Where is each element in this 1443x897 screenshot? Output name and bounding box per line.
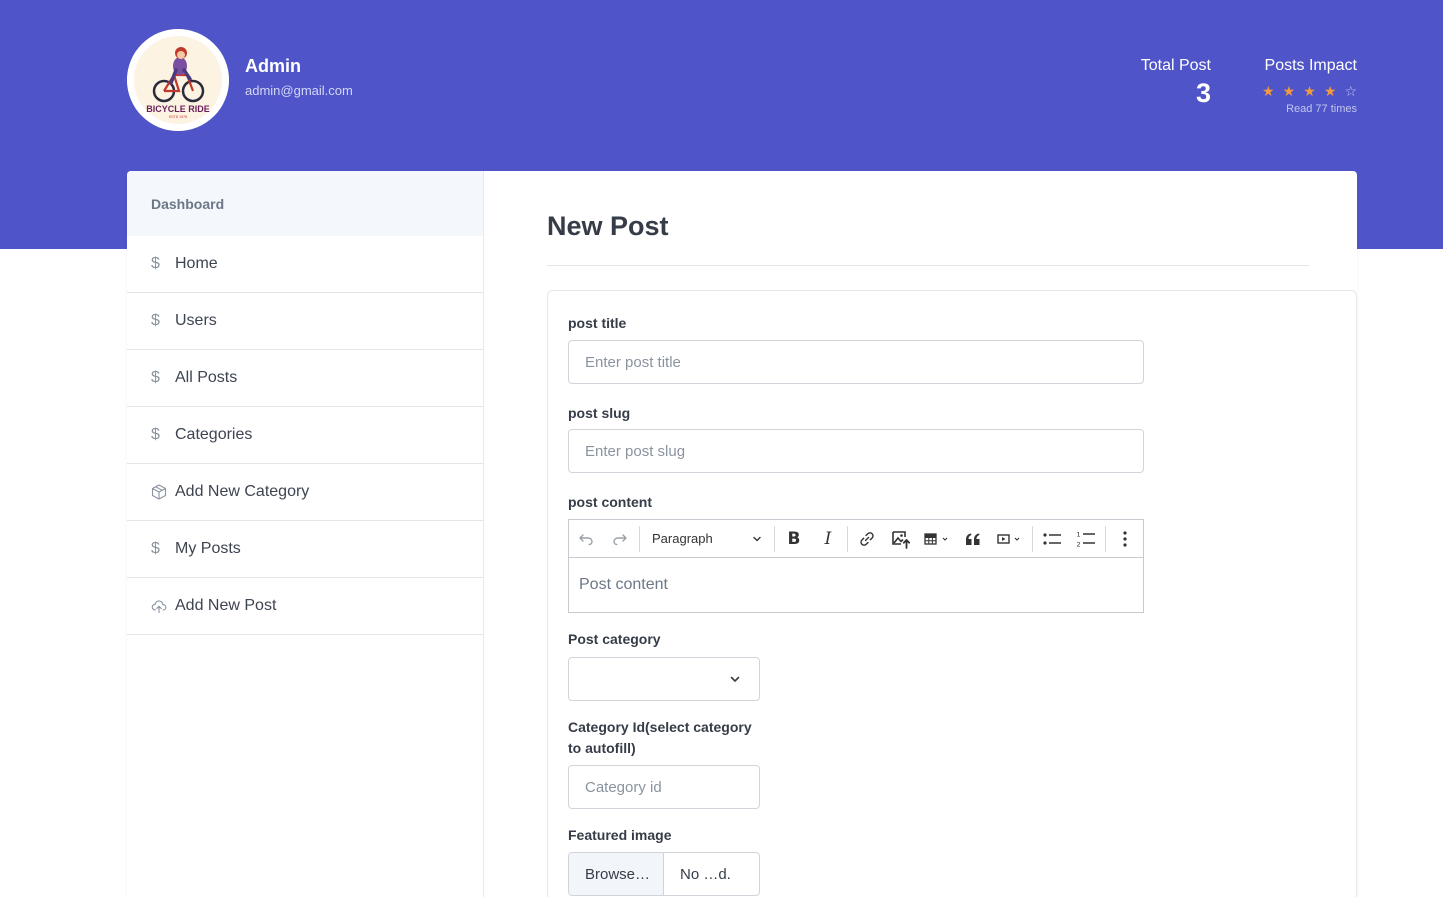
avatar: BICYCLE RIDE ESTD 1978	[127, 29, 229, 131]
sidebar-item-add-new-post[interactable]: Add New Post	[127, 578, 483, 635]
sidebar-item-label: Add New Post	[175, 597, 277, 614]
sidebar-item-label: Add New Category	[175, 483, 310, 500]
insert-media-button[interactable]	[990, 520, 1030, 558]
bulleted-list-button[interactable]	[1035, 520, 1069, 558]
sidebar-item-label: Home	[175, 255, 218, 272]
star-filled-icon: ★	[1282, 83, 1296, 99]
chevron-down-icon	[753, 536, 761, 541]
sidebar-item-all-posts[interactable]: $ All Posts	[127, 350, 483, 407]
dollar-icon: $	[151, 312, 160, 329]
italic-icon: I	[824, 528, 832, 549]
chevron-down-icon	[730, 676, 740, 682]
svg-text:1: 1	[1077, 530, 1081, 538]
star-filled-icon: ★	[1303, 83, 1316, 99]
toolbar-separator	[1032, 525, 1033, 552]
dashboard-card: Dashboard $ Home $ Users $ All Posts $ C…	[127, 171, 1357, 897]
toolbar-separator	[774, 525, 775, 552]
more-options-button[interactable]	[1108, 520, 1142, 558]
toolbar-separator	[847, 525, 848, 552]
sidebar-item-users[interactable]: $ Users	[127, 293, 483, 350]
page-title: New Post	[547, 211, 669, 241]
star-filled-icon: ★	[1262, 83, 1275, 99]
new-post-form: post title post slug post content Paragr…	[547, 290, 1357, 897]
insert-image-button[interactable]	[884, 520, 918, 558]
post-slug-label: post slug	[568, 405, 631, 421]
image-upload-icon	[892, 530, 911, 549]
toolbar-separator	[639, 525, 640, 552]
rich-text-editor: Paragraph B I 1 2 Post content	[568, 519, 1144, 613]
sidebar-item-categories[interactable]: $ Categories	[127, 407, 483, 464]
editor-placeholder: Post content	[579, 576, 668, 593]
post-category-label: Post category	[568, 631, 661, 647]
browse-button[interactable]: Browse…	[569, 853, 664, 895]
total-post-value: 3	[1195, 78, 1211, 108]
user-name: Admin	[245, 56, 301, 76]
category-id-input[interactable]	[568, 765, 760, 809]
redo-icon	[613, 533, 627, 545]
sidebar-item-label: Users	[175, 312, 217, 329]
post-content-editor[interactable]: Post content	[569, 558, 1143, 612]
dollar-icon: $	[151, 540, 160, 557]
sidebar-item-home[interactable]: $ Home	[127, 236, 483, 293]
insert-table-button[interactable]	[918, 520, 956, 558]
bold-button[interactable]: B	[777, 520, 811, 558]
bicycle-ride-logo: BICYCLE RIDE ESTD 1978	[127, 29, 229, 131]
post-title-input[interactable]	[568, 340, 1144, 384]
undo-button[interactable]	[569, 520, 603, 558]
dollar-icon: $	[151, 426, 160, 443]
total-post-label: Total Post	[1140, 57, 1211, 74]
rating-stars: ★ ★ ★ ★ ☆	[1262, 82, 1357, 100]
star-filled-icon: ★	[1323, 83, 1337, 99]
star-empty-icon: ☆	[1344, 83, 1357, 99]
media-embed-icon	[997, 533, 1020, 544]
dollar-icon: $	[151, 255, 160, 272]
divider	[547, 265, 1309, 266]
numbered-list-icon: 12	[1077, 530, 1095, 548]
link-button[interactable]	[850, 520, 884, 558]
featured-image-file-input[interactable]: Browse… No …d.	[568, 852, 760, 896]
sidebar: Dashboard $ Home $ Users $ All Posts $ C…	[127, 171, 484, 897]
editor-toolbar: Paragraph B I 1 2	[569, 520, 1143, 558]
more-vertical-icon	[1123, 530, 1127, 547]
svg-text:2: 2	[1077, 540, 1081, 548]
svg-text:BICYCLE RIDE: BICYCLE RIDE	[146, 104, 210, 114]
bulleted-list-icon	[1043, 532, 1061, 545]
link-icon	[860, 531, 874, 546]
svg-text:ESTD 1978: ESTD 1978	[169, 115, 187, 119]
sidebar-item-my-posts[interactable]: $ My Posts	[127, 521, 483, 578]
user-email: admin@gmail.com	[245, 83, 353, 98]
post-content-label: post content	[568, 494, 652, 510]
post-slug-input[interactable]	[568, 429, 1144, 473]
heading-dropdown-label: Paragraph	[652, 531, 713, 546]
cloud-upload-icon	[151, 598, 175, 614]
sidebar-item-add-new-category[interactable]: Add New Category	[127, 464, 483, 521]
quote-icon	[966, 533, 980, 545]
post-title-label: post title	[568, 315, 627, 331]
featured-image-label: Featured image	[568, 827, 672, 843]
redo-button[interactable]	[603, 520, 637, 558]
numbered-list-button[interactable]: 12	[1069, 520, 1103, 558]
bold-icon: B	[787, 528, 801, 549]
sidebar-item-label: Categories	[175, 426, 253, 443]
box-icon	[151, 484, 175, 500]
read-times: Read 77 times	[1286, 103, 1357, 115]
sidebar-heading: Dashboard	[127, 171, 483, 236]
toolbar-separator	[1105, 525, 1106, 552]
heading-dropdown[interactable]: Paragraph	[642, 520, 772, 558]
table-icon	[924, 532, 948, 545]
block-quote-button[interactable]	[956, 520, 990, 558]
file-status: No …d.	[680, 865, 731, 883]
posts-impact-label: Posts Impact	[1264, 57, 1357, 74]
post-category-select[interactable]	[568, 657, 760, 701]
dollar-icon: $	[151, 369, 160, 386]
sidebar-item-label: My Posts	[175, 540, 241, 557]
undo-icon	[579, 533, 593, 545]
italic-button[interactable]: I	[811, 520, 845, 558]
category-id-label: Category Id(select category to autofill)	[568, 719, 752, 756]
sidebar-item-label: All Posts	[175, 369, 238, 386]
